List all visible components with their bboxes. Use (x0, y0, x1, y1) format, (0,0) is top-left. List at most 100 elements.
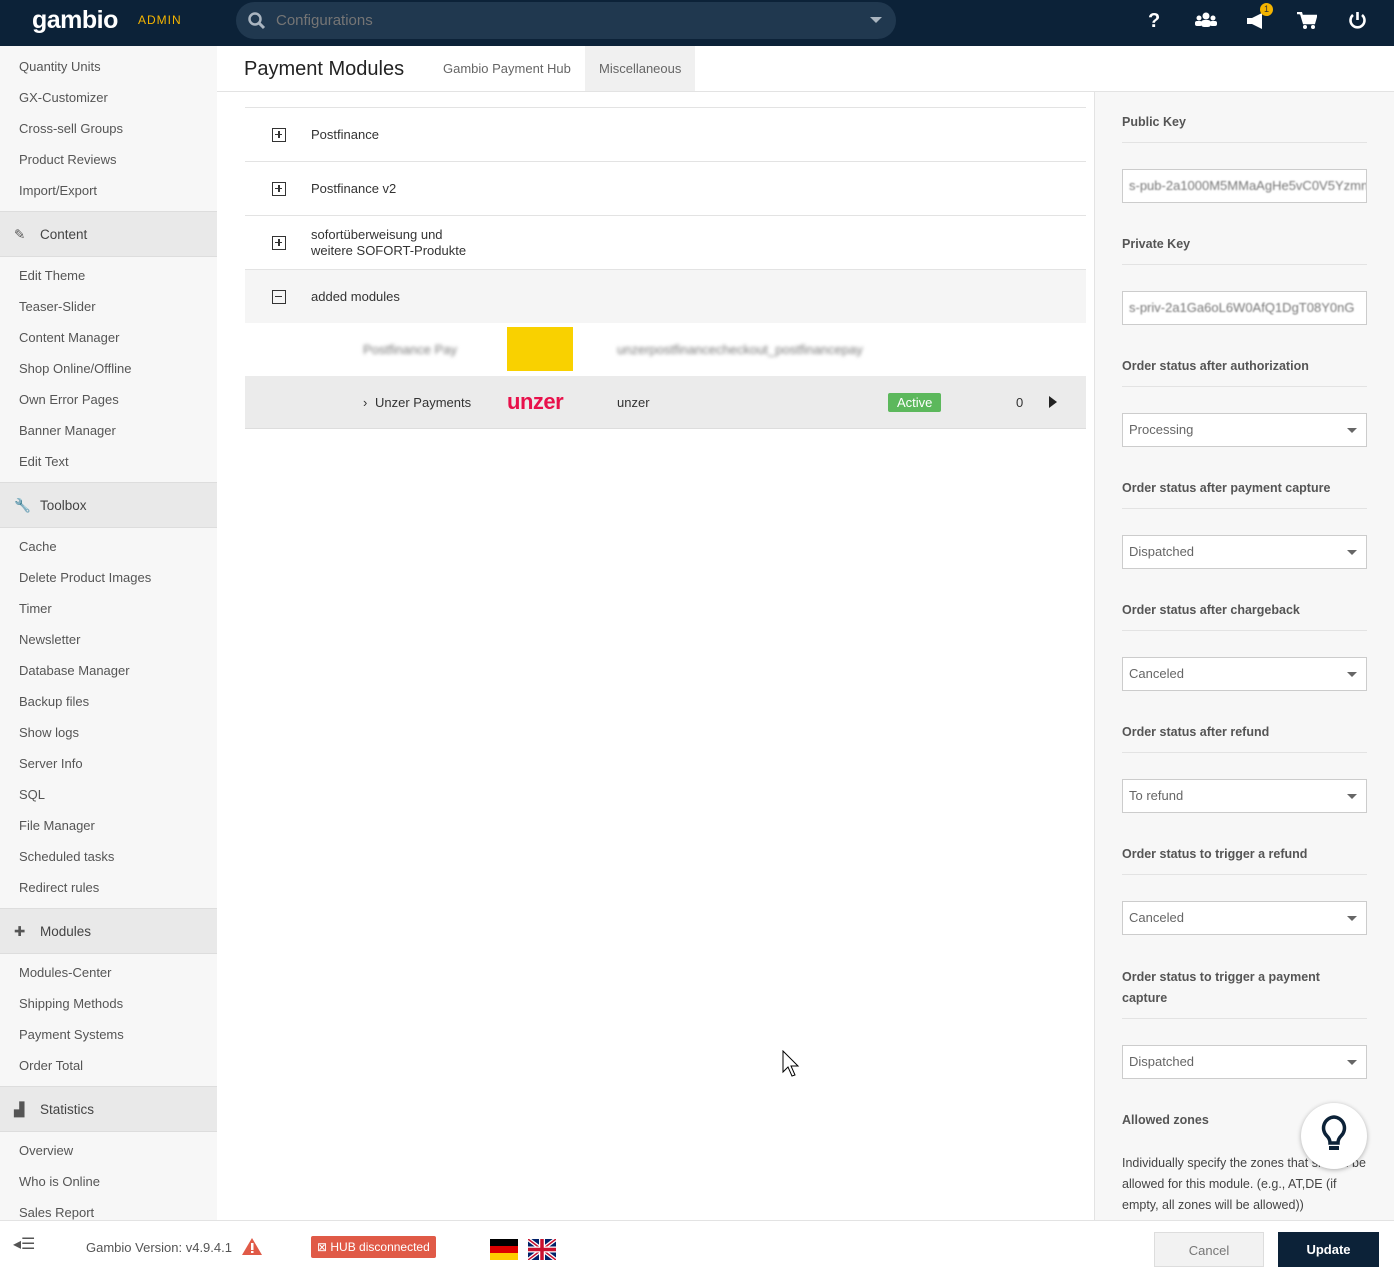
sidebar-item[interactable]: Modules-Center (0, 957, 217, 988)
puzzle-icon: ✚ (14, 924, 26, 939)
sidebar-item[interactable]: Teaser-Slider (0, 291, 217, 322)
group-label: Postfinance (311, 127, 379, 142)
help-icon[interactable]: ? (1148, 10, 1160, 33)
sidebar-item[interactable]: Shipping Methods (0, 988, 217, 1019)
sidebar-item[interactable]: Edit Text (0, 446, 217, 477)
select-value: Canceled (1129, 910, 1184, 925)
sidebar-item[interactable]: Shop Online/Offline (0, 353, 217, 384)
sidebar-section-label: Statistics (40, 1102, 95, 1117)
sidebar-toggle-icon[interactable]: ◂☰ (13, 1234, 35, 1254)
sidebar-section-toolbox[interactable]: 🔧 Toolbox (0, 482, 217, 528)
uk-flag-icon[interactable] (528, 1239, 556, 1260)
sidebar-item[interactable]: Payment Systems (0, 1019, 217, 1050)
mouse-cursor-icon (782, 1050, 800, 1077)
chevron-down-icon[interactable] (870, 17, 882, 23)
field-label: Order status after payment capture (1122, 478, 1367, 509)
sidebar-item[interactable]: SQL (0, 779, 217, 810)
search-icon (248, 11, 266, 29)
expand-icon[interactable] (272, 127, 286, 142)
status-select[interactable]: Canceled (1122, 657, 1367, 691)
public-key-input[interactable]: s-pub-2a1000M5MMaAgHe5vC0V5Yzmn (1122, 169, 1367, 203)
sidebar-item[interactable]: File Manager (0, 810, 217, 841)
sidebar-item[interactable]: Banner Manager (0, 415, 217, 446)
select-value: Dispatched (1129, 1054, 1195, 1069)
expand-icon[interactable] (272, 235, 286, 250)
module-name: Postfinance Pay (363, 342, 457, 357)
sidebar-item[interactable]: Delete Product Images (0, 562, 217, 593)
share-icon: ⊠ (317, 1240, 331, 1254)
group-row[interactable]: Postfinance (245, 107, 1086, 161)
hub-status-label: HUB disconnected (330, 1240, 430, 1254)
sidebar-item[interactable]: Content Manager (0, 322, 217, 353)
sidebar-item[interactable]: GX-Customizer (0, 82, 217, 113)
sidebar-item[interactable]: Server Info (0, 748, 217, 779)
caret-right-icon[interactable] (1049, 396, 1057, 408)
logo[interactable]: gambio (32, 6, 118, 35)
expand-icon[interactable] (272, 181, 286, 196)
sidebar-item[interactable]: Sales Report (0, 1197, 217, 1220)
sidebar-item[interactable]: Show logs (0, 717, 217, 748)
main-content: Payment Modules Gambio Payment Hub Misce… (217, 46, 1394, 1220)
tab-payment-hub[interactable]: Gambio Payment Hub (429, 46, 585, 92)
status-select[interactable]: Dispatched (1122, 535, 1367, 569)
cancel-button[interactable]: Cancel (1154, 1232, 1264, 1267)
field-label: Order status after refund (1122, 722, 1367, 753)
sidebar-item[interactable]: Quantity Units (0, 51, 217, 82)
chevron-down-icon (1347, 672, 1357, 677)
group-row[interactable]: sofortüberweisung und weitere SOFORT-Pro… (245, 215, 1086, 269)
sidebar: Quantity Units GX-Customizer Cross-sell … (0, 46, 217, 1220)
warning-icon[interactable] (241, 1237, 263, 1256)
collapse-icon[interactable] (272, 289, 286, 304)
sidebar-section-statistics[interactable]: ▟ Statistics (0, 1086, 217, 1132)
group-row[interactable]: Postfinance v2 (245, 161, 1086, 215)
sidebar-item[interactable]: Backup files (0, 686, 217, 717)
sidebar-section-modules[interactable]: ✚ Modules (0, 908, 217, 954)
sidebar-item[interactable]: Product Reviews (0, 144, 217, 175)
module-row[interactable]: Postfinance Pay unzerpostfinancecheckout… (245, 323, 1086, 376)
group-row[interactable]: added modules (245, 269, 1086, 323)
sidebar-section-label: Content (40, 227, 88, 242)
group-label: added modules (311, 289, 400, 304)
search-bar[interactable] (236, 2, 896, 39)
unzer-logo: unzer (507, 389, 564, 414)
help-bulb-button[interactable] (1301, 1103, 1367, 1169)
hub-status-button[interactable]: ⊠ HUB disconnected (311, 1236, 436, 1258)
module-row-selected[interactable]: › Unzer Payments unzer unzer Active 0 (245, 376, 1086, 429)
sidebar-item[interactable]: Own Error Pages (0, 384, 217, 415)
german-flag-icon[interactable] (490, 1239, 518, 1260)
chevron-down-icon (1347, 1060, 1357, 1065)
select-value: Canceled (1129, 666, 1184, 681)
sidebar-section-label: Toolbox (40, 498, 87, 513)
power-icon[interactable] (1348, 11, 1367, 30)
status-select[interactable]: To refund (1122, 779, 1367, 813)
update-button[interactable]: Update (1278, 1232, 1379, 1267)
magic-wand-icon: ✎ (14, 227, 26, 242)
field-label: Order status after authorization (1122, 356, 1367, 387)
lightbulb-icon (1321, 1115, 1347, 1150)
sort-order: 0 (1016, 394, 1024, 410)
sidebar-item[interactable]: Timer (0, 593, 217, 624)
sidebar-item[interactable]: Edit Theme (0, 260, 217, 291)
sidebar-item[interactable]: Database Manager (0, 655, 217, 686)
sidebar-item[interactable]: Cross-sell Groups (0, 113, 217, 144)
sidebar-item[interactable]: Cache (0, 531, 217, 562)
chevron-down-icon (1347, 794, 1357, 799)
tab-miscellaneous[interactable]: Miscellaneous (585, 46, 696, 92)
users-icon[interactable] (1195, 12, 1217, 28)
sidebar-item[interactable]: Redirect rules (0, 872, 217, 903)
module-settings-panel: Public Key s-pub-2a1000M5MMaAgHe5vC0V5Yz… (1094, 92, 1394, 1220)
status-select[interactable]: Dispatched (1122, 1045, 1367, 1079)
sidebar-item[interactable]: Import/Export (0, 175, 217, 206)
sidebar-item[interactable]: Order Total (0, 1050, 217, 1081)
sidebar-item[interactable]: Overview (0, 1135, 217, 1166)
sidebar-item[interactable]: Newsletter (0, 624, 217, 655)
search-input[interactable] (276, 12, 836, 29)
admin-label: ADMIN (138, 13, 182, 27)
sidebar-item[interactable]: Scheduled tasks (0, 841, 217, 872)
sidebar-section-content[interactable]: ✎ Content (0, 211, 217, 257)
private-key-input[interactable]: s-priv-2a1Ga6oL6W0AfQ1DgT08Y0nG (1122, 291, 1367, 325)
sidebar-item[interactable]: Who is Online (0, 1166, 217, 1197)
status-select[interactable]: Processing (1122, 413, 1367, 447)
cart-icon[interactable] (1297, 12, 1317, 30)
status-select[interactable]: Canceled (1122, 901, 1367, 935)
